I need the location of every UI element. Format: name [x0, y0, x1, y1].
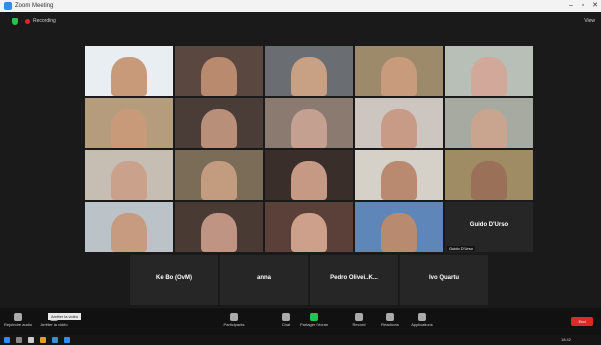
video-tile[interactable]: [265, 46, 353, 96]
participant-video: [291, 109, 327, 148]
participant-name-label: Guido D'Urso: [447, 246, 475, 251]
apps-button[interactable]: Applications: [408, 310, 436, 333]
participants-icon: [230, 313, 238, 321]
video-tile[interactable]: [265, 150, 353, 200]
recording-icon: [25, 19, 30, 24]
windows-taskbar: 18:42: [0, 335, 601, 345]
taskview-icon[interactable]: [28, 337, 34, 343]
close-button[interactable]: ✕: [589, 0, 601, 12]
start-icon[interactable]: [4, 337, 10, 343]
video-tile[interactable]: [265, 98, 353, 148]
shield-icon[interactable]: [12, 18, 18, 25]
participant-video: [111, 161, 147, 200]
zoom-taskbar-icon[interactable]: [64, 337, 70, 343]
video-tile[interactable]: [355, 98, 443, 148]
video-tile[interactable]: [355, 150, 443, 200]
participant-video: [381, 57, 417, 96]
window-titlebar: Zoom Meeting – ▫ ✕: [0, 0, 601, 12]
meeting-topbar: Recording View: [0, 12, 601, 42]
explorer-icon[interactable]: [40, 337, 46, 343]
share-screen-button-label: Partager l'écran: [300, 322, 329, 327]
participant-video: [381, 161, 417, 200]
participant-video: [201, 213, 237, 252]
reactions-button-label: Réactions: [381, 322, 399, 327]
meeting-toolbar: End Rejoindre audio Arrêter la vidéo Parti…: [0, 308, 601, 335]
participant-display-name: Ke Bo (OvM): [156, 275, 192, 281]
recording-label: Recording: [33, 18, 56, 24]
video-tile[interactable]: [355, 202, 443, 252]
tooltip: Arrêter la vidéo: [48, 313, 82, 320]
video-tile[interactable]: [355, 46, 443, 96]
participant-display-name: Pedro Olivei..K...: [330, 275, 378, 281]
participant-video: [291, 213, 327, 252]
video-tile[interactable]: [85, 98, 173, 148]
participant-video: [111, 109, 147, 148]
participant-video: [471, 109, 507, 148]
video-tile[interactable]: Pedro Olivei..K...: [310, 255, 398, 305]
participant-video: [201, 57, 237, 96]
reactions-button[interactable]: Réactions: [376, 310, 404, 333]
join-audio-icon: [14, 313, 22, 321]
video-tile[interactable]: [445, 98, 533, 148]
record-button[interactable]: Record: [345, 310, 373, 333]
participant-display-name: anna: [256, 275, 271, 281]
video-tile[interactable]: [175, 202, 263, 252]
participants-button-label: Participants: [223, 322, 245, 327]
chat-button-label: Chat: [281, 322, 291, 327]
maximize-button[interactable]: ▫: [577, 0, 589, 12]
edge-icon[interactable]: [52, 337, 58, 343]
participant-video: [111, 213, 147, 252]
participant-video: [201, 161, 237, 200]
video-tile[interactable]: [265, 202, 353, 252]
participant-video: [381, 109, 417, 148]
video-tile[interactable]: [85, 46, 173, 96]
chat-icon: [282, 313, 290, 321]
participant-video: [201, 109, 237, 148]
share-screen-button[interactable]: Partager l'écran: [300, 310, 328, 333]
end-meeting-button[interactable]: End: [571, 317, 593, 326]
participant-display-name: Ivo Quartu: [428, 275, 459, 281]
window-title: Zoom Meeting: [15, 3, 54, 9]
join-audio-button-label: Rejoindre audio: [4, 322, 33, 327]
video-tile[interactable]: anna: [220, 255, 308, 305]
gallery-grid: Guido D'Urso Guido D'Urso: [85, 46, 535, 255]
chat-button[interactable]: Chat: [272, 310, 300, 333]
reactions-icon: [386, 313, 394, 321]
minimize-button[interactable]: –: [565, 0, 577, 12]
video-tile[interactable]: [175, 150, 263, 200]
record-button-label: Record: [352, 322, 366, 327]
participant-display-name: Guido D'Urso: [469, 222, 509, 228]
share-screen-icon: [310, 313, 318, 321]
zoom-app-icon: [4, 2, 12, 10]
video-tile[interactable]: [175, 98, 263, 148]
view-button[interactable]: View: [584, 18, 595, 24]
record-icon: [355, 313, 363, 321]
video-tile[interactable]: [175, 46, 263, 96]
join-audio-button[interactable]: Rejoindre audio: [4, 310, 32, 333]
video-tile[interactable]: [85, 202, 173, 252]
video-tile[interactable]: [445, 150, 533, 200]
participant-video: [111, 57, 147, 96]
participant-video: [291, 57, 327, 96]
apps-icon: [418, 313, 426, 321]
participant-video: [381, 213, 417, 252]
participants-button[interactable]: Participants: [220, 310, 248, 333]
video-tile[interactable]: [445, 46, 533, 96]
clock: 18:42: [560, 337, 571, 342]
apps-button-label: Applications: [411, 322, 433, 327]
participant-video: [291, 161, 327, 200]
video-tile[interactable]: [85, 150, 173, 200]
video-tile[interactable]: Ke Bo (OvM): [130, 255, 218, 305]
participant-video: [471, 57, 507, 96]
video-tile[interactable]: Guido D'Urso Guido D'Urso: [445, 202, 533, 252]
search-icon[interactable]: [16, 337, 22, 343]
gallery-name-row: Ke Bo (OvM) anna Pedro Olivei..K... Ivo Qua…: [130, 255, 490, 305]
participant-video: [471, 161, 507, 200]
stop-video-button-label: Arrêter la vidéo: [40, 322, 68, 327]
video-tile[interactable]: Ivo Quartu: [400, 255, 488, 305]
